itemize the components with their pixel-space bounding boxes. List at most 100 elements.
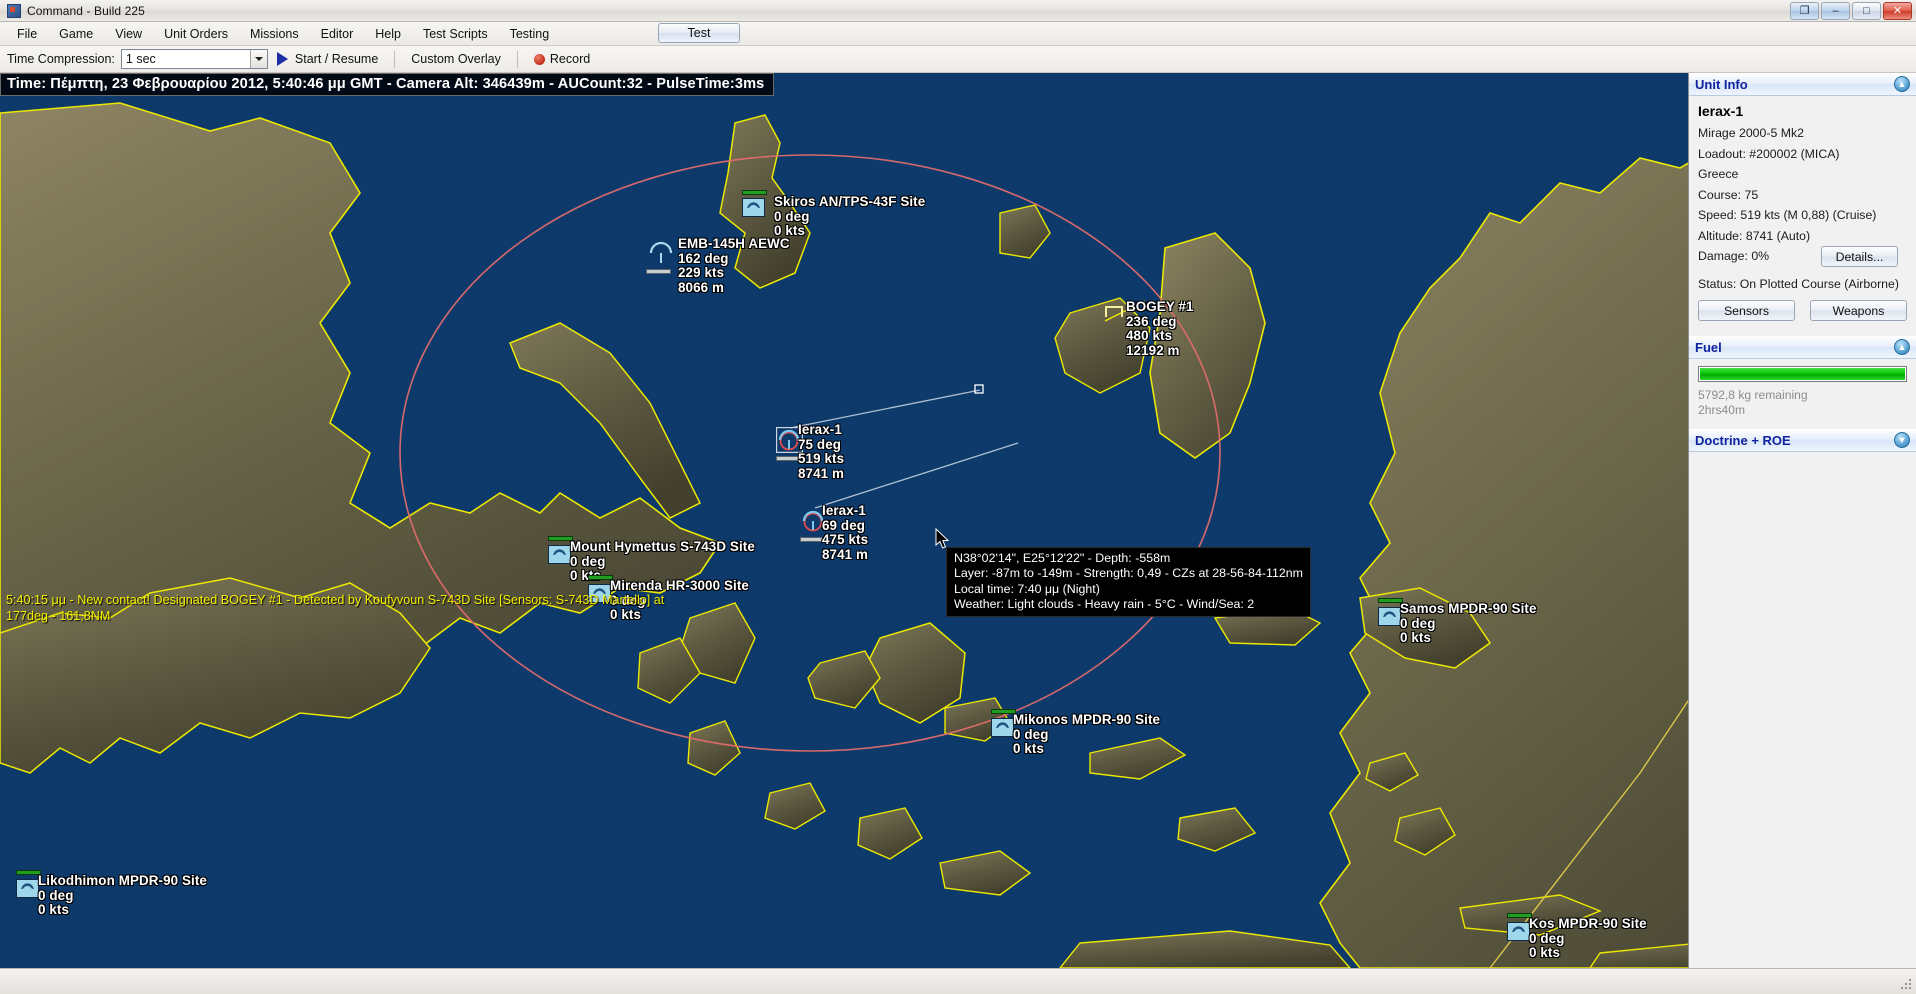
unit-info-damage: Damage: 0% (1698, 249, 1769, 263)
weapons-button[interactable]: Weapons (1810, 300, 1907, 321)
unit-altitude: 12192 m (1126, 344, 1194, 359)
time-compression-select[interactable]: 1 sec (121, 49, 268, 69)
contact-line-2 (815, 443, 1018, 508)
app-icon (7, 4, 21, 18)
landmass-crete-edge (1060, 931, 1350, 968)
details-button[interactable]: Details... (1821, 246, 1898, 267)
unit-action-buttons: Sensors Weapons (1698, 300, 1907, 321)
record-icon (534, 54, 545, 65)
unit-info-name: Ierax-1 (1698, 103, 1907, 119)
resize-grip-icon[interactable] (1899, 977, 1913, 991)
fuel-progress-bar (1698, 366, 1907, 382)
sensors-button[interactable]: Sensors (1698, 300, 1795, 321)
unit-info-title: Unit Info (1695, 77, 1748, 92)
maximize-button[interactable]: □ (1852, 2, 1881, 20)
unit-name: BOGEY #1 (1126, 300, 1194, 315)
aircraft-speed-bar-icon (776, 456, 800, 461)
unit-label: Mikonos MPDR-90 Site 0 deg 0 kts (1013, 713, 1160, 757)
aircraft-speed-bar-icon (646, 269, 671, 274)
restore-down-button[interactable]: ❐ (1790, 2, 1819, 20)
fuel-remaining-text: 5792,8 kg remaining (1698, 388, 1907, 403)
close-icon: ✕ (1893, 6, 1902, 17)
doctrine-roe-section-header[interactable]: Doctrine + ROE ▼ (1689, 429, 1916, 452)
custom-overlay-label: Custom Overlay (411, 52, 501, 66)
fuel-title: Fuel (1695, 340, 1722, 355)
menu-item-editor[interactable]: Editor (310, 24, 365, 44)
unit-speed: 0 kts (38, 903, 207, 918)
unit-speed: 0 kts (1400, 631, 1537, 646)
menu-item-test-scripts[interactable]: Test Scripts (412, 24, 499, 44)
mouse-cursor (935, 528, 950, 550)
menu-item-unit-orders[interactable]: Unit Orders (153, 24, 239, 44)
start-resume-button[interactable]: Start / Resume (288, 50, 385, 68)
unit-label: Ierax-1 75 deg 519 kts 8741 m (798, 423, 844, 481)
status-bar (0, 968, 1916, 994)
map-vector-layer (0, 73, 1916, 968)
tooltip-position-depth: N38°02'14", E25°12'22" - Depth: -558m (954, 551, 1303, 566)
minimize-icon: – (1832, 6, 1838, 17)
radar-site-icon (991, 718, 1014, 737)
radar-site-icon (548, 545, 571, 564)
close-button[interactable]: ✕ (1883, 2, 1912, 20)
menu-item-missions[interactable]: Missions (239, 24, 310, 44)
menu-item-testing[interactable]: Testing (499, 24, 561, 44)
time-compression-value: 1 sec (126, 52, 156, 66)
time-compression-label: Time Compression: (7, 52, 115, 66)
unit-label: BOGEY #1 236 deg 480 kts 12192 m (1126, 300, 1194, 358)
unit-name: Ierax-1 (798, 423, 844, 438)
unit-info-speed: Speed: 519 kts (M 0,88) (Cruise) (1698, 208, 1907, 222)
custom-overlay-button[interactable]: Custom Overlay (404, 50, 508, 68)
expand-down-icon[interactable]: ▼ (1894, 432, 1910, 448)
unit-label: Samos MPDR-90 Site 0 deg 0 kts (1400, 602, 1537, 646)
menu-item-file[interactable]: File (6, 24, 48, 44)
unit-speed: 0 kts (1529, 946, 1647, 961)
unit-speed: 519 kts (798, 452, 844, 467)
fuel-section-header[interactable]: Fuel ▲ (1689, 336, 1916, 359)
unit-course: 162 deg (678, 252, 790, 267)
unit-info-country: Greece (1698, 167, 1907, 181)
landmass-paros (808, 651, 880, 708)
unit-info-body: Ierax-1 Mirage 2000-5 Mk2 Loadout: #2000… (1689, 96, 1916, 333)
collapse-up-icon[interactable]: ▲ (1894, 339, 1910, 355)
toolbar-separator-2 (517, 51, 518, 68)
unit-info-altitude: Altitude: 8741 (Auto) (1698, 229, 1907, 243)
landmass-island-a (1000, 205, 1050, 258)
unit-name: Mount Hymettus S-743D Site (570, 540, 755, 555)
record-label: Record (550, 52, 590, 66)
unit-label: Kos MPDR-90 Site 0 deg 0 kts (1529, 917, 1647, 961)
unit-info-section-header[interactable]: Unit Info ▲ (1689, 73, 1916, 96)
landmass-evia (510, 323, 700, 518)
unit-label: EMB-145H AEWC 162 deg 229 kts 8066 m (678, 237, 790, 295)
unit-course: 0 deg (38, 889, 207, 904)
unit-info-loadout: Loadout: #200002 (MICA) (1698, 147, 1907, 161)
menu-bar: File Game View Unit Orders Missions Edit… (0, 22, 1916, 46)
unit-speed: 475 kts (822, 533, 868, 548)
unit-course: 0 deg (1400, 617, 1537, 632)
collapse-up-icon[interactable]: ▲ (1894, 76, 1910, 92)
unit-name: Ierax-1 (822, 504, 868, 519)
restore-down-icon: ❐ (1800, 6, 1810, 17)
record-button[interactable]: Record (527, 50, 597, 68)
map-canvas[interactable]: Time: Πέμπτη, 23 Φεβρουαρίου 2012, 5:40:… (0, 73, 1916, 968)
toolbar-separator-1 (394, 51, 395, 68)
chevron-down-icon[interactable] (250, 50, 267, 68)
landmass-astipalaia (1178, 808, 1255, 851)
unit-name: Kos MPDR-90 Site (1529, 917, 1647, 932)
unit-altitude: 8066 m (678, 281, 790, 296)
minimize-button[interactable]: – (1821, 2, 1850, 20)
unit-info-type: Mirage 2000-5 Mk2 (1698, 126, 1907, 140)
menu-item-view[interactable]: View (104, 24, 153, 44)
message-log: 5:40:15 μμ - New contact! Designated BOG… (6, 592, 706, 624)
unit-course: 0 deg (570, 555, 755, 570)
unit-info-status: Status: On Plotted Course (Airborne) (1698, 277, 1907, 291)
unit-course: 0 deg (1529, 932, 1647, 947)
unit-name: Mikonos MPDR-90 Site (1013, 713, 1160, 728)
landmass-sifnos (858, 808, 922, 859)
fuel-progress-fill (1700, 368, 1905, 380)
doctrine-roe-title: Doctrine + ROE (1695, 433, 1791, 448)
landmass-kithnos (688, 721, 740, 775)
play-icon[interactable] (277, 52, 288, 66)
menu-item-help[interactable]: Help (364, 24, 412, 44)
menu-item-game[interactable]: Game (48, 24, 104, 44)
test-button[interactable]: Test (658, 23, 740, 43)
